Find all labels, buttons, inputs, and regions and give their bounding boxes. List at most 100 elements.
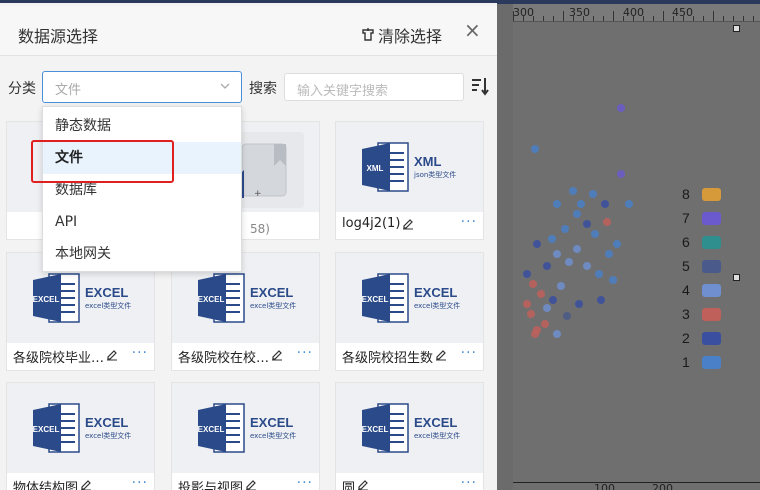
dropdown-item-3[interactable]: API bbox=[43, 206, 241, 238]
edit-icon[interactable] bbox=[402, 218, 414, 230]
more-options-button[interactable]: ··· bbox=[461, 345, 477, 361]
scatter-point bbox=[575, 300, 583, 308]
card-name: 投影与视图 bbox=[178, 481, 244, 490]
dropdown-item-4[interactable]: 本地网关 bbox=[43, 238, 241, 270]
svg-text:EXCEL: EXCEL bbox=[362, 425, 389, 434]
more-options-button[interactable]: ··· bbox=[132, 345, 148, 361]
x-axis-line bbox=[513, 482, 760, 483]
x-axis-tick-label: 200 bbox=[652, 482, 673, 490]
scatter-point bbox=[613, 240, 621, 248]
scatter-point bbox=[605, 250, 613, 258]
ruler-tick bbox=[683, 16, 684, 21]
card-thumbnail: EXCEL EXCEL excel类型文件 bbox=[172, 383, 319, 473]
datasource-card[interactable]: EXCEL EXCEL excel类型文件 物体结构图 ··· bbox=[6, 382, 155, 490]
card-name: 物体结构图 bbox=[13, 481, 79, 490]
legend-label: 8 bbox=[682, 186, 690, 202]
eraser-icon bbox=[362, 28, 374, 41]
more-options-button[interactable]: ··· bbox=[297, 345, 313, 361]
ruler-tick bbox=[543, 16, 544, 21]
more-options-button[interactable]: ··· bbox=[297, 475, 313, 490]
scatter-point bbox=[541, 320, 549, 328]
category-label: 分类 bbox=[8, 81, 36, 97]
scatter-point bbox=[577, 200, 585, 208]
legend-item[interactable]: 1 bbox=[682, 354, 721, 370]
scatter-point bbox=[563, 312, 571, 320]
scatter-point bbox=[553, 330, 561, 338]
legend-swatch bbox=[702, 211, 721, 225]
legend-item[interactable]: 6 bbox=[682, 234, 721, 250]
ruler-tick bbox=[573, 16, 574, 21]
xml-file-icon: XML bbox=[362, 142, 409, 192]
ruler-tick bbox=[753, 16, 754, 21]
clear-selection-button[interactable]: 清除选择 bbox=[360, 23, 442, 47]
ruler-tick bbox=[563, 11, 564, 21]
scatter-point bbox=[531, 330, 539, 338]
svg-text:+: + bbox=[254, 189, 262, 199]
datasource-card[interactable]: EXCEL EXCEL excel类型文件圆 ··· bbox=[335, 382, 484, 490]
ruler-tick bbox=[603, 16, 604, 21]
file-type-subtitle: excel类型文件 bbox=[414, 302, 461, 310]
scatter-point bbox=[597, 296, 605, 304]
resize-handle-top[interactable] bbox=[733, 25, 740, 32]
ruler-tick bbox=[513, 11, 514, 21]
resize-handle-right[interactable] bbox=[733, 274, 740, 281]
scatter-point bbox=[557, 282, 565, 290]
scatter-point bbox=[529, 280, 537, 288]
legend-item[interactable]: 7 bbox=[682, 210, 721, 226]
legend-item[interactable]: 4 bbox=[682, 282, 721, 298]
category-dropdown-menu: 静态数据 文件 数据库 API 本地网关 bbox=[42, 106, 242, 272]
file-type-subtitle: excel类型文件 bbox=[250, 432, 297, 440]
scatter-point bbox=[625, 200, 633, 208]
category-select-value: 文件 bbox=[55, 83, 82, 98]
scatter-point bbox=[553, 200, 561, 208]
search-input[interactable]: 输入关键字搜索 bbox=[284, 73, 464, 101]
sort-icon[interactable] bbox=[470, 75, 490, 97]
excel-file-icon: EXCEL bbox=[362, 273, 409, 323]
edit-icon[interactable] bbox=[80, 479, 92, 490]
legend-item[interactable]: 2 bbox=[682, 330, 721, 346]
more-options-button[interactable]: ··· bbox=[461, 214, 477, 230]
clear-selection-label: 清除选择 bbox=[378, 27, 443, 46]
scatter-point bbox=[573, 210, 581, 218]
scatter-point bbox=[523, 270, 531, 278]
legend-swatch bbox=[702, 307, 721, 321]
datasource-card[interactable]: EXCEL EXCEL excel类型文件 各级院校招生数 ··· bbox=[335, 252, 484, 371]
datasource-card[interactable]: EXCEL EXCEL excel类型文件投影与视图 ··· bbox=[171, 382, 320, 490]
legend-label: 4 bbox=[682, 282, 690, 298]
scatter-plot-area[interactable] bbox=[513, 22, 760, 490]
more-options-button[interactable]: ··· bbox=[132, 475, 148, 490]
ruler-tick bbox=[743, 16, 744, 21]
dropdown-item-0[interactable]: 静态数据 bbox=[43, 110, 241, 142]
legend-label: 5 bbox=[682, 258, 690, 274]
legend-swatch bbox=[702, 331, 721, 345]
scatter-point bbox=[603, 218, 611, 226]
legend-swatch bbox=[702, 283, 721, 297]
excel-file-icon: EXCEL bbox=[33, 273, 80, 323]
svg-text:EXCEL: EXCEL bbox=[362, 295, 389, 304]
edit-icon[interactable] bbox=[357, 479, 369, 490]
datasource-card[interactable]: XML XML json类型文件 log4j2(1) ··· bbox=[335, 121, 484, 240]
legend-swatch bbox=[702, 259, 721, 273]
dialog-title: 数据源选择 bbox=[18, 27, 99, 46]
edit-icon[interactable] bbox=[271, 349, 283, 361]
ruler-tick bbox=[663, 11, 664, 21]
annotation-highlight-box bbox=[31, 140, 174, 183]
file-type-subtitle: excel类型文件 bbox=[414, 432, 461, 440]
legend-item[interactable]: 3 bbox=[682, 306, 721, 322]
svg-text:EXCEL: EXCEL bbox=[33, 295, 60, 304]
scatter-point bbox=[617, 170, 625, 178]
card-name: 圆 bbox=[342, 481, 356, 490]
edit-icon[interactable] bbox=[435, 349, 447, 361]
legend-item[interactable]: 8 bbox=[682, 186, 721, 202]
edit-icon[interactable] bbox=[106, 349, 118, 361]
more-options-button[interactable]: ··· bbox=[461, 475, 477, 490]
close-icon[interactable]: × bbox=[464, 20, 481, 40]
excel-file-icon: EXCEL bbox=[33, 403, 80, 453]
category-select[interactable]: 文件 bbox=[42, 71, 242, 103]
file-type-title: EXCEL bbox=[85, 415, 129, 430]
search-placeholder: 输入关键字搜索 bbox=[297, 84, 389, 99]
ruler-tick bbox=[713, 11, 714, 21]
legend-item[interactable]: 5 bbox=[682, 258, 721, 274]
scatter-point bbox=[549, 296, 557, 304]
edit-icon[interactable] bbox=[245, 479, 257, 490]
